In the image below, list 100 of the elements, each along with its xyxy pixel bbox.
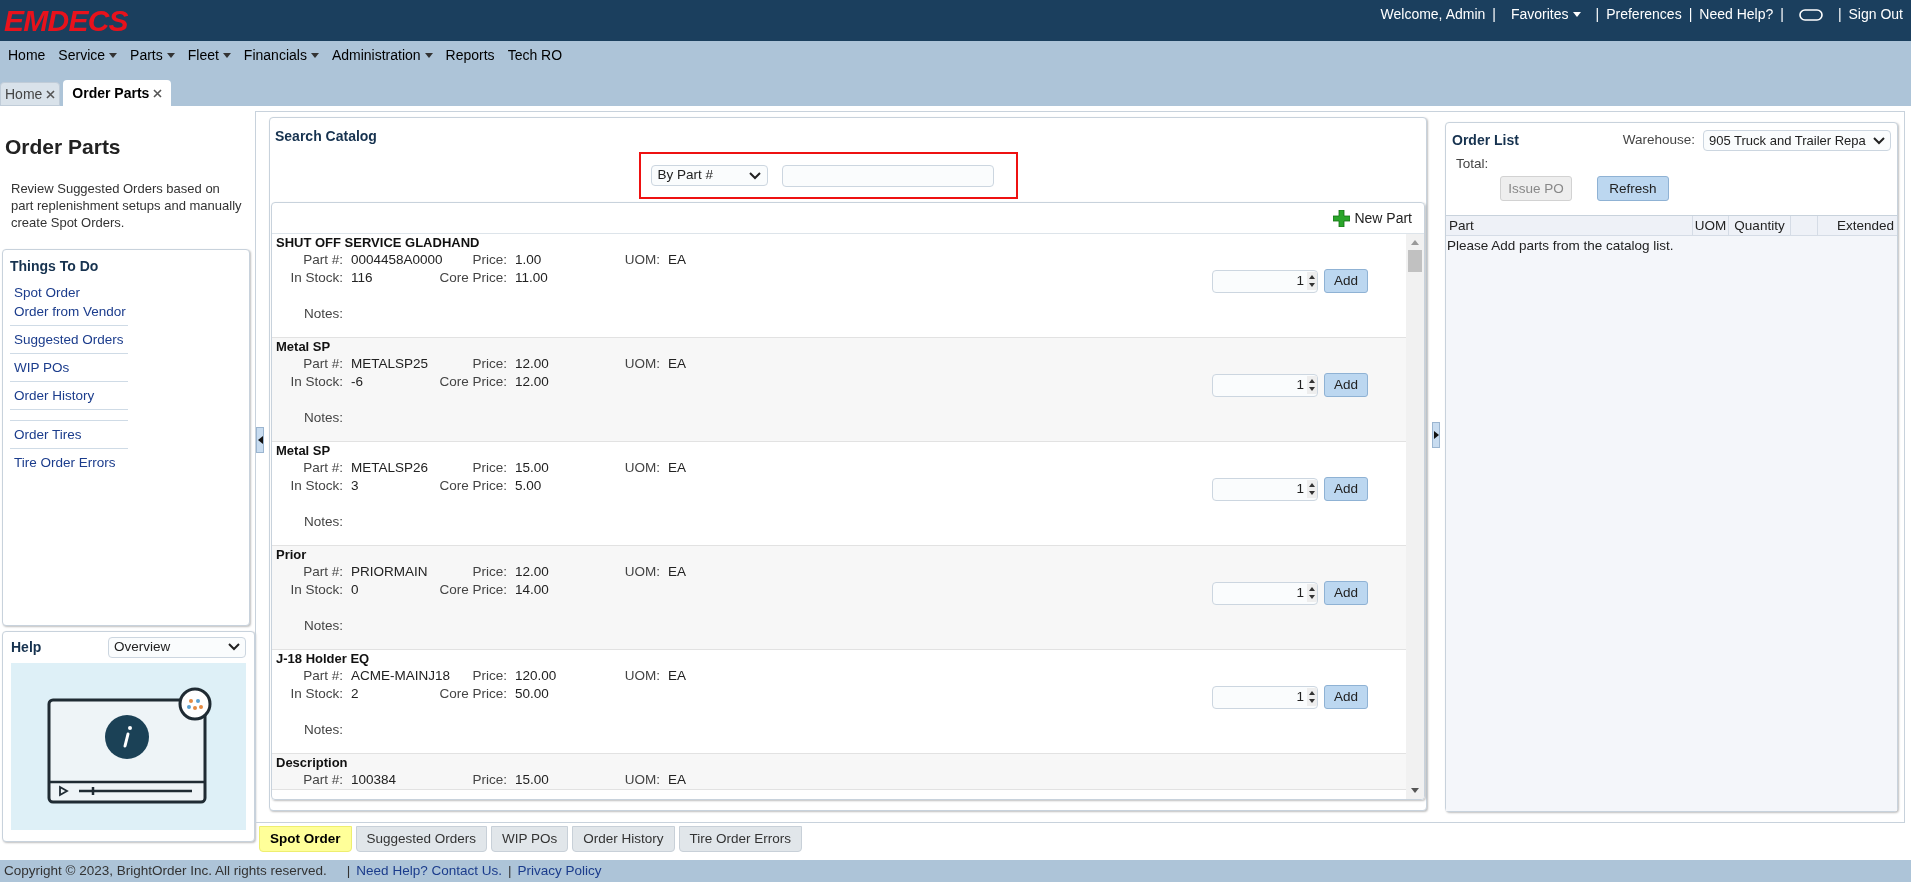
quantity-spinner[interactable]: 1	[1211, 581, 1318, 605]
add-button[interactable]: Add	[1323, 685, 1368, 709]
field-label: Part #:	[302, 459, 344, 477]
field-label: Notes:	[302, 305, 344, 323]
page-title: Order Parts	[4, 134, 122, 160]
bottom-tab[interactable]: Tire Order Errors	[678, 826, 803, 852]
quantity-spinner[interactable]: 1	[1211, 477, 1318, 501]
search-by-select[interactable]: By Part #	[650, 165, 768, 186]
field-label: Core Price:	[438, 269, 508, 287]
collapse-handle[interactable]	[256, 426, 264, 453]
field-value: 12.00	[515, 355, 550, 373]
field-value: 120.00	[515, 667, 558, 685]
menu-item[interactable]: Home	[8, 45, 46, 66]
bottom-tab[interactable]: Spot Order	[259, 826, 352, 852]
field-value: PRIORMAIN	[351, 563, 429, 581]
favorites-menu[interactable]: Favorites	[1502, 4, 1589, 25]
part-name: Metal SP	[276, 443, 332, 459]
field-value: 3	[351, 477, 360, 495]
separator: |	[1688, 5, 1693, 24]
help-title: Help	[11, 637, 42, 657]
todo-link[interactable]: WIP POs	[14, 357, 124, 377]
todo-link[interactable]: Order History	[14, 385, 124, 405]
new-part-button[interactable]: New Part	[1333, 207, 1412, 229]
field-label: Part #:	[302, 251, 344, 269]
menu-item[interactable]: Reports	[445, 45, 495, 66]
field-value: EA	[668, 771, 687, 789]
todo-link[interactable]: Spot Order	[14, 282, 124, 302]
field-label: Part #:	[302, 563, 344, 581]
close-icon[interactable]	[46, 89, 56, 99]
todo-link[interactable]: Suggested Orders	[14, 329, 124, 349]
chevron-icon	[1873, 136, 1885, 145]
field-label: In Stock:	[289, 581, 344, 599]
spinner-arrows-icon[interactable]	[1306, 584, 1317, 602]
menu-item[interactable]: Service	[58, 45, 118, 66]
warehouse-select[interactable]: 905 Truck and Trailer Repa	[1703, 130, 1891, 151]
add-button[interactable]: Add	[1323, 581, 1368, 605]
menu-item[interactable]: Tech RO	[507, 45, 563, 66]
close-icon[interactable]	[153, 88, 163, 98]
field-value: 2	[351, 685, 360, 703]
field-label: In Stock:	[289, 477, 344, 495]
page-tab[interactable]: Order Parts	[63, 80, 172, 106]
part-name: SHUT OFF SERVICE GLADHAND	[276, 235, 481, 251]
column-header: Part	[1448, 217, 1475, 236]
scrollbar[interactable]	[1406, 234, 1424, 799]
order-button[interactable]: Refresh	[1597, 176, 1669, 202]
field-label: Price:	[471, 771, 508, 789]
quantity-spinner[interactable]: 1	[1211, 373, 1318, 397]
search-field[interactable]	[781, 164, 994, 187]
spinner-arrows-icon[interactable]	[1306, 480, 1317, 498]
field-value: 12.00	[515, 373, 550, 391]
page-tab[interactable]: Home	[0, 82, 61, 106]
field-label: Price:	[471, 563, 508, 581]
field-value: EA	[668, 563, 687, 581]
bottom-tab[interactable]: WIP POs	[491, 826, 569, 852]
empty-message: Please Add parts from the catalog list.	[1446, 237, 1675, 256]
todo-link[interactable]: Order Tires	[14, 424, 124, 444]
menu-item[interactable]: Fleet	[187, 45, 231, 66]
field-label: Core Price:	[438, 685, 508, 703]
field-label: In Stock:	[289, 685, 344, 703]
page-description: Review Suggested Orders based on part replenishment setups and manually create Spot Orders.	[10, 179, 243, 231]
add-button[interactable]: Add	[1323, 269, 1368, 293]
field-value: EA	[668, 667, 687, 685]
todo-link[interactable]: Order from Vendor	[14, 301, 124, 321]
header-link[interactable]: Preferences	[1606, 4, 1682, 25]
column-header: Extended	[1817, 216, 1897, 236]
separator: |	[1837, 5, 1842, 24]
field-value: -6	[351, 373, 364, 391]
header-link[interactable]: Sign Out	[1848, 4, 1903, 25]
separator: |	[346, 861, 351, 880]
bottom-tab[interactable]: Order History	[572, 826, 675, 852]
collapse-handle[interactable]	[1432, 421, 1440, 448]
field-value: EA	[668, 459, 687, 477]
footer-link[interactable]: Privacy Policy	[517, 860, 602, 882]
help-video-drawing[interactable]	[11, 662, 246, 830]
field-value: 116	[351, 269, 374, 287]
quantity-spinner[interactable]: 1	[1211, 269, 1318, 293]
help-topic-select[interactable]: Overview	[108, 636, 246, 658]
add-button[interactable]: Add	[1323, 477, 1368, 501]
add-button[interactable]: Add	[1323, 373, 1368, 397]
spinner-arrows-icon[interactable]	[1306, 688, 1317, 706]
menu-item[interactable]: Parts	[130, 45, 175, 66]
field-label: UOM:	[623, 771, 661, 789]
header-link[interactable]: Need Help?	[1699, 4, 1774, 25]
chat-icon[interactable]	[1798, 8, 1823, 21]
spinner-arrows-icon[interactable]	[1306, 376, 1317, 394]
spinner-arrows-icon[interactable]	[1306, 272, 1317, 290]
field-value: 100384	[351, 771, 398, 789]
total-label: Total:	[1455, 155, 1490, 173]
chevron-icon	[748, 171, 761, 180]
field-label: Core Price:	[438, 477, 508, 495]
scrollbar-thumb[interactable]	[1408, 250, 1422, 272]
field-label: Price:	[471, 459, 508, 477]
part-name: J-18 Holder EQ	[276, 651, 371, 667]
menu-item[interactable]: Financials	[243, 45, 319, 66]
todo-link[interactable]: Tire Order Errors	[14, 452, 124, 472]
menu-item[interactable]: Administration	[331, 45, 433, 66]
quantity-spinner[interactable]: 1	[1211, 685, 1318, 709]
footer-link[interactable]: Need Help? Contact Us.	[356, 860, 502, 882]
bottom-tab[interactable]: Suggested Orders	[355, 826, 488, 852]
field-label: UOM:	[623, 251, 661, 269]
